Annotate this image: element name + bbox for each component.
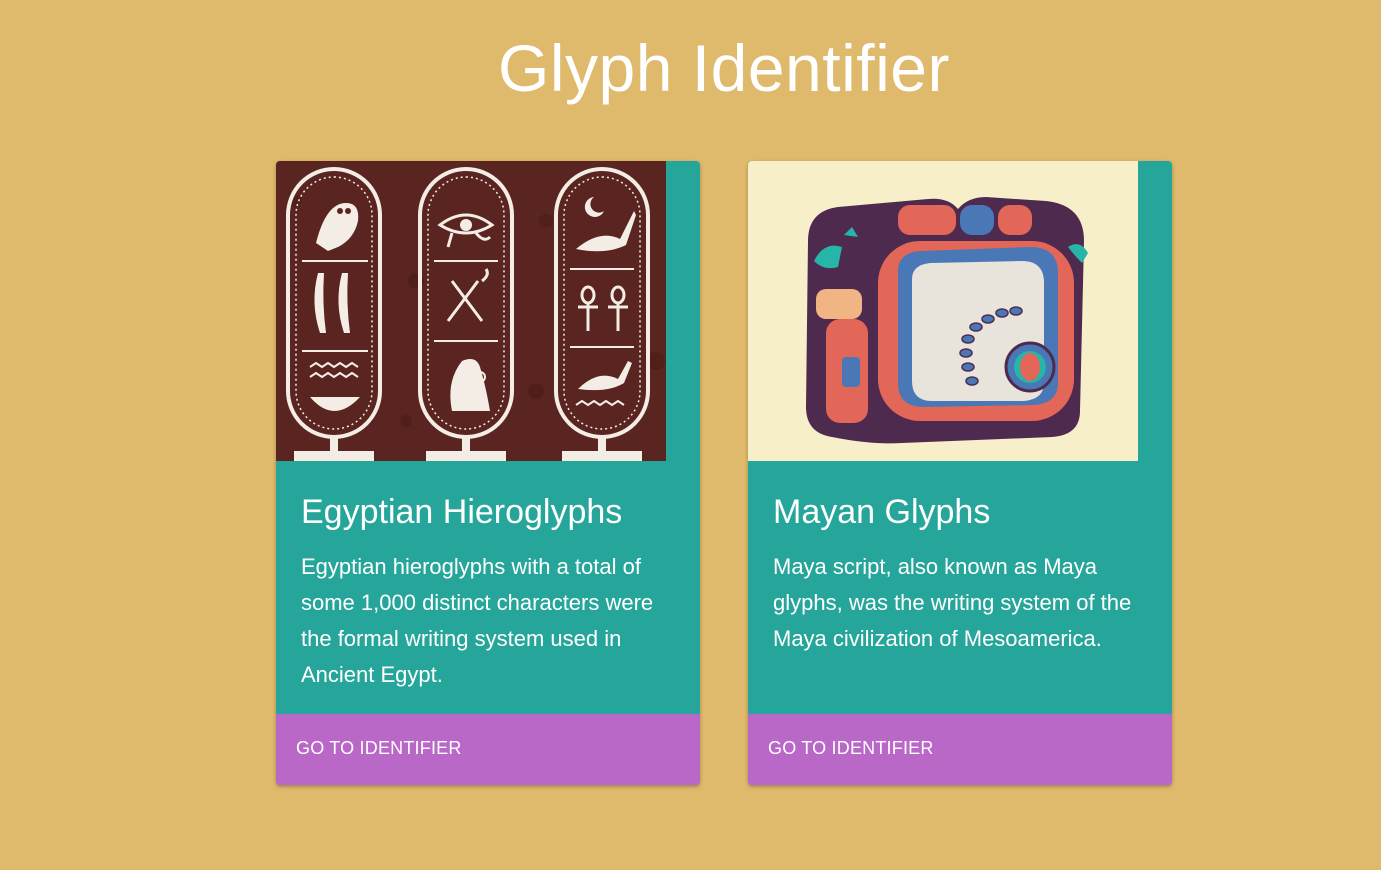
card-content: Egyptian Hieroglyphs Egyptian hieroglyph… [301, 489, 686, 693]
card-egyptian-hieroglyphs: Egyptian Hieroglyphs Egyptian hieroglyph… [276, 161, 700, 785]
card-title: Egyptian Hieroglyphs [301, 493, 623, 531]
go-to-identifier-link[interactable]: GO TO IDENTIFIER [296, 738, 462, 759]
page-title: Glyph Identifier [498, 31, 950, 105]
card-content: Mayan Glyphs Maya script, also known as … [773, 489, 1158, 657]
card-title: Mayan Glyphs [773, 493, 991, 531]
egyptian-hieroglyphs-image [276, 161, 666, 461]
go-to-identifier-egyptian-button[interactable]: GO TO IDENTIFIER [276, 714, 700, 785]
card-description: Egyptian hieroglyphs with a total of som… [301, 554, 654, 687]
card-mayan-glyphs: Mayan Glyphs Maya script, also known as … [748, 161, 1172, 785]
go-to-identifier-mayan-button[interactable]: GO TO IDENTIFIER [748, 714, 1172, 785]
card-description: Maya script, also known as Maya glyphs, … [773, 554, 1132, 651]
go-to-identifier-link[interactable]: GO TO IDENTIFIER [768, 738, 934, 759]
mayan-glyphs-image [748, 161, 1138, 461]
